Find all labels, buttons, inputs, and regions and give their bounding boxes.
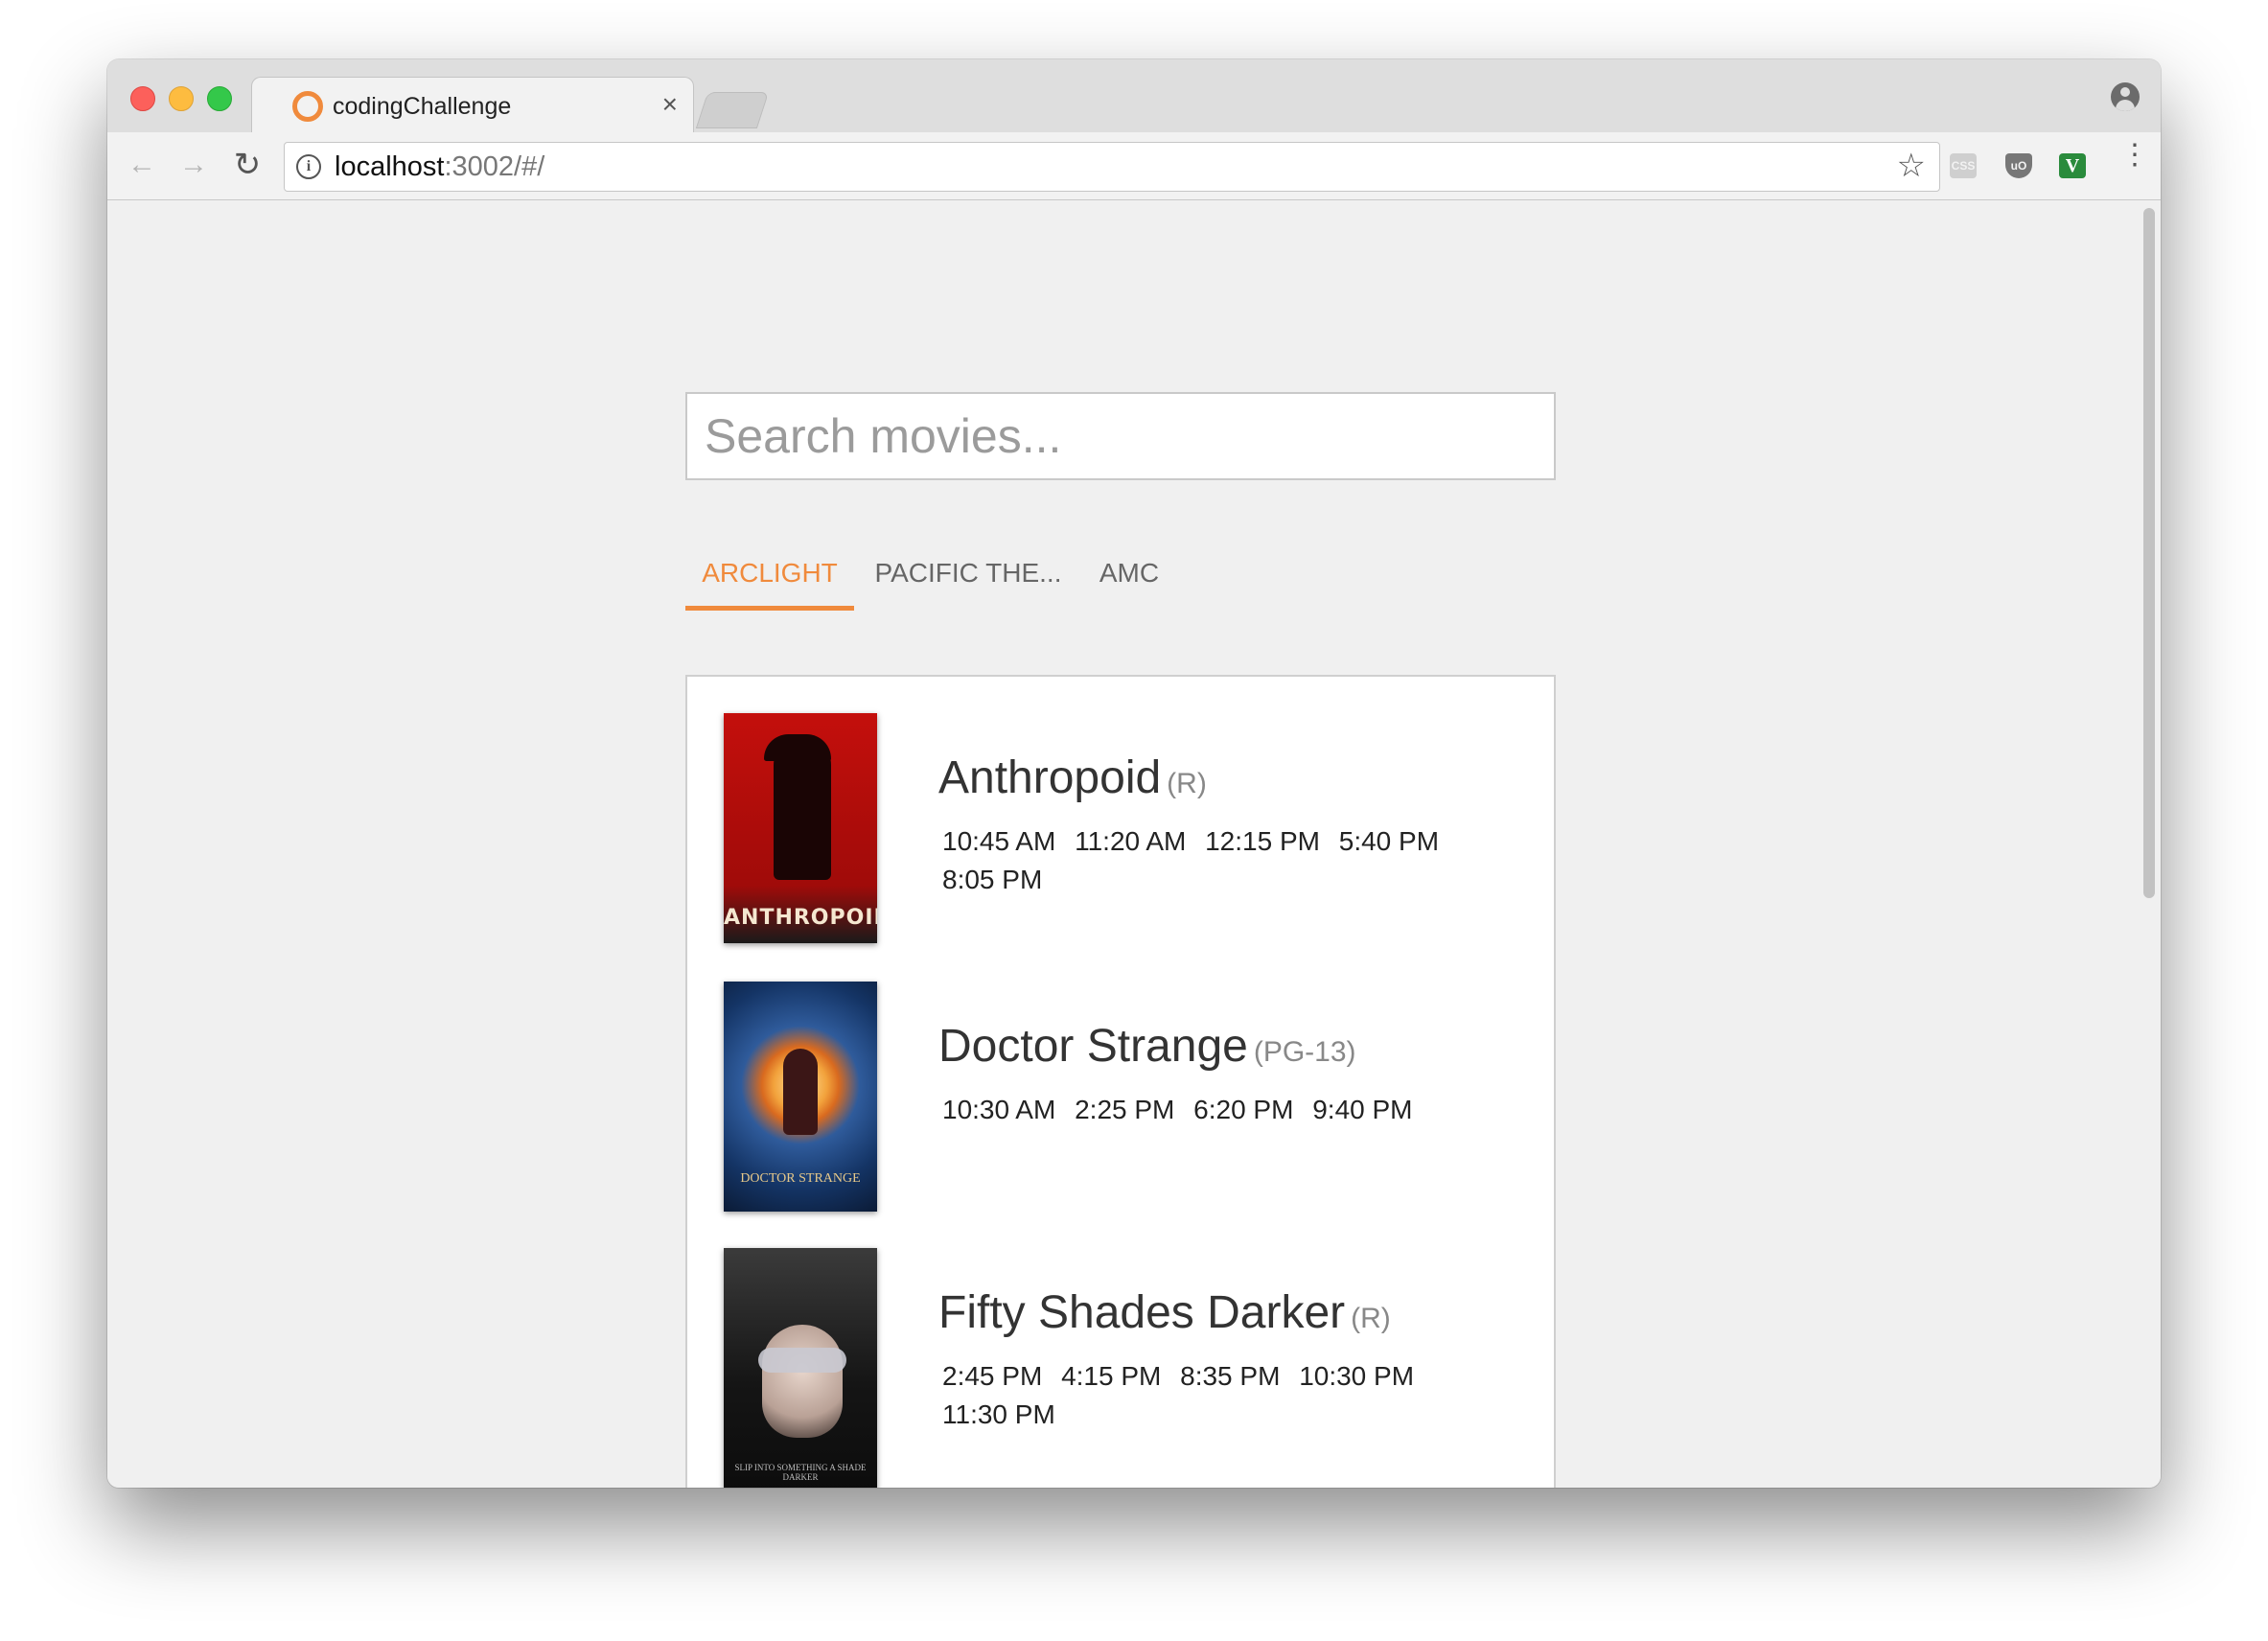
- tab-pacific-theatres[interactable]: PACIFIC THE...: [869, 538, 1067, 611]
- showtime[interactable]: 8:05 PM: [942, 865, 1042, 894]
- new-tab-button[interactable]: [695, 92, 770, 128]
- movie-title: Doctor Strange (PG-13): [938, 1020, 1356, 1073]
- url-host: localhost: [335, 151, 445, 182]
- movie-title-text: Doctor Strange: [938, 1021, 1248, 1072]
- browser-window: codingChallenge × ← → ↻ i localhost:3002…: [107, 59, 2161, 1488]
- showtime[interactable]: 12:15 PM: [1205, 826, 1320, 856]
- showtime[interactable]: 5:40 PM: [1339, 826, 1439, 856]
- minimize-window-button[interactable]: [169, 86, 194, 111]
- showtime[interactable]: 11:20 AM: [1075, 826, 1186, 856]
- movie-poster[interactable]: SLIP INTO SOMETHING A SHADE DARKER: [724, 1248, 877, 1488]
- ublock-extension-icon[interactable]: uO: [2005, 153, 2032, 178]
- movie-poster[interactable]: ANTHROPOID: [724, 713, 877, 943]
- movie-title-text: Anthropoid: [938, 752, 1162, 803]
- movie-title-text: Fifty Shades Darker: [938, 1287, 1346, 1338]
- search-input[interactable]: [685, 392, 1556, 480]
- forward-icon[interactable]: →: [173, 144, 215, 186]
- tab-close-icon[interactable]: ×: [662, 87, 678, 122]
- movie-list: ANTHROPOID Anthropoid (R) 10:45 AM 11:20 …: [685, 675, 1556, 1488]
- showtime[interactable]: 11:30 PM: [942, 1399, 1055, 1429]
- info-icon[interactable]: i: [296, 154, 321, 179]
- poster-title-text: ANTHROPOID: [724, 906, 877, 930]
- close-window-button[interactable]: [130, 86, 155, 111]
- movie-item[interactable]: SLIP INTO SOMETHING A SHADE DARKER Fifty…: [687, 1212, 1554, 1488]
- showtime[interactable]: 10:30 PM: [1299, 1361, 1414, 1391]
- movie-rating: (PG-13): [1253, 1036, 1356, 1068]
- movie-item[interactable]: DOCTOR STRANGE Doctor Strange (PG-13) 10:…: [687, 945, 1554, 1212]
- movie-title: Fifty Shades Darker (R): [938, 1286, 1391, 1339]
- tab-arclight[interactable]: ARCLIGHT: [685, 538, 854, 611]
- poster-title-text: SLIP INTO SOMETHING A SHADE DARKER: [734, 1463, 867, 1482]
- showtimes: 10:30 AM 2:25 PM 6:20 PM 9:40 PM: [942, 1091, 1479, 1129]
- bookmark-star-icon[interactable]: ☆: [1897, 147, 1926, 185]
- address-bar[interactable]: i localhost:3002/#/ ☆: [284, 142, 1940, 192]
- profile-icon[interactable]: [2111, 82, 2140, 111]
- showtime[interactable]: 10:45 AM: [942, 826, 1055, 856]
- tab-strip: codingChallenge ×: [107, 59, 2161, 135]
- tab-title: codingChallenge: [333, 93, 512, 120]
- browser-menu-icon[interactable]: ⋮: [2120, 141, 2149, 170]
- showtime[interactable]: 8:35 PM: [1180, 1361, 1280, 1391]
- scrollbar-thumb[interactable]: [2143, 208, 2155, 898]
- showtime[interactable]: 2:25 PM: [1075, 1095, 1174, 1124]
- showtime[interactable]: 4:15 PM: [1061, 1361, 1161, 1391]
- showtimes: 2:45 PM 4:15 PM 8:35 PM 10:30 PM 11:30 P…: [942, 1357, 1479, 1434]
- browser-tab[interactable]: codingChallenge ×: [251, 77, 694, 135]
- favicon-icon: [292, 91, 323, 122]
- url-text[interactable]: localhost:3002/#/: [335, 150, 544, 183]
- showtime[interactable]: 2:45 PM: [942, 1361, 1042, 1391]
- zoom-window-button[interactable]: [207, 86, 232, 111]
- movie-rating: (R): [1351, 1303, 1391, 1334]
- showtime[interactable]: 9:40 PM: [1312, 1095, 1412, 1124]
- reload-icon[interactable]: ↻: [226, 144, 268, 186]
- showtime[interactable]: 10:30 AM: [942, 1095, 1055, 1124]
- url-path: :3002/#/: [444, 151, 545, 182]
- movie-item[interactable]: ANTHROPOID Anthropoid (R) 10:45 AM 11:20 …: [687, 677, 1554, 943]
- css-extension-icon[interactable]: CSS: [1950, 153, 1977, 178]
- v-extension-icon[interactable]: V: [2059, 153, 2086, 178]
- tab-amc[interactable]: AMC: [1086, 538, 1172, 611]
- movie-poster[interactable]: DOCTOR STRANGE: [724, 982, 877, 1212]
- showtimes: 10:45 AM 11:20 AM 12:15 PM 5:40 PM 8:05 …: [942, 822, 1479, 899]
- browser-toolbar: ← → ↻ i localhost:3002/#/ ☆ CSS uO V ⋮: [107, 132, 2161, 200]
- movie-rating: (R): [1167, 768, 1207, 799]
- movie-title: Anthropoid (R): [938, 751, 1207, 804]
- theater-tabs: ARCLIGHT PACIFIC THE... AMC: [685, 538, 1556, 614]
- poster-title-text: DOCTOR STRANGE: [740, 1171, 861, 1186]
- page-viewport: ARCLIGHT PACIFIC THE... AMC ANTHROPOID A…: [107, 200, 2161, 1488]
- back-icon[interactable]: ←: [121, 144, 163, 186]
- showtime[interactable]: 6:20 PM: [1193, 1095, 1293, 1124]
